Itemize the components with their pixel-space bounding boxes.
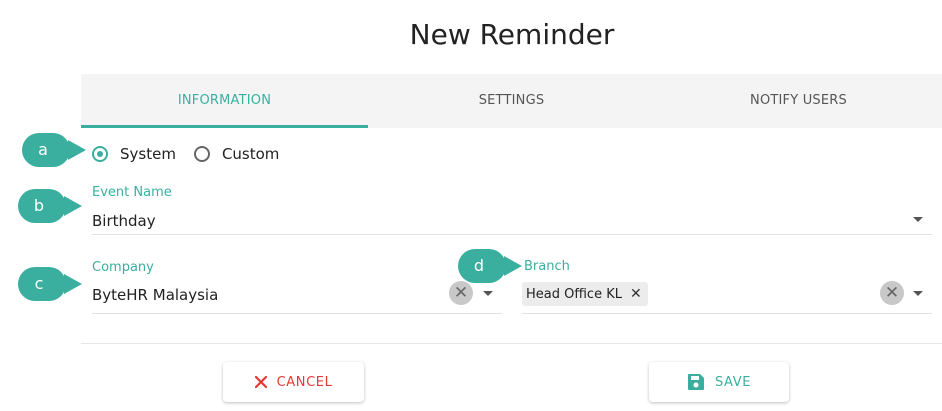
branch-label: Branch: [524, 259, 570, 274]
branch-chip-label: Head Office KL: [526, 286, 622, 302]
company-select[interactable]: ByteHR Malaysia: [92, 286, 218, 304]
tab-notify-users[interactable]: NOTIFY USERS: [655, 74, 942, 128]
chevron-down-icon[interactable]: [913, 291, 923, 296]
tab-settings[interactable]: SETTINGS: [368, 74, 655, 128]
event-name-select[interactable]: Birthday: [92, 212, 156, 230]
marker-b-label: b: [33, 196, 45, 215]
event-name-label: Event Name: [92, 185, 172, 200]
radio-system[interactable]: [92, 146, 108, 162]
chip-remove-icon[interactable]: ✕: [630, 286, 642, 302]
save-button[interactable]: SAVE: [649, 362, 789, 402]
event-name-underline: [92, 234, 932, 235]
tab-bar: INFORMATION SETTINGS NOTIFY USERS: [81, 74, 942, 128]
radio-custom-label[interactable]: Custom: [222, 145, 279, 163]
cancel-label: CANCEL: [276, 374, 333, 390]
form-divider: [81, 343, 942, 344]
company-label: Company: [92, 260, 154, 275]
marker-d-label: d: [473, 256, 485, 275]
chevron-down-icon[interactable]: [483, 291, 493, 296]
marker-b: b: [18, 189, 82, 223]
tab-information[interactable]: INFORMATION: [81, 74, 368, 128]
company-underline: [92, 313, 502, 314]
event-type-radio-group: System Custom: [92, 142, 297, 166]
branch-underline: [522, 313, 932, 314]
dialog-title: New Reminder: [409, 18, 615, 51]
close-icon: [254, 376, 267, 388]
marker-a-label: a: [38, 140, 48, 159]
marker-c-label: c: [34, 274, 44, 293]
floppy-disk-icon: [687, 373, 705, 391]
save-label: SAVE: [714, 374, 752, 390]
branch-chip: Head Office KL ✕: [522, 282, 648, 306]
radio-custom[interactable]: [193, 146, 210, 162]
cancel-button[interactable]: CANCEL: [223, 362, 364, 402]
active-tab-indicator: [81, 125, 368, 128]
marker-a: a: [22, 133, 86, 167]
radio-system-label[interactable]: System: [120, 145, 176, 163]
chevron-down-icon[interactable]: [913, 217, 923, 222]
marker-d: d: [458, 249, 522, 283]
clear-icon[interactable]: ✕: [880, 281, 904, 305]
clear-icon[interactable]: ✕: [449, 281, 473, 305]
marker-c: c: [18, 267, 82, 301]
